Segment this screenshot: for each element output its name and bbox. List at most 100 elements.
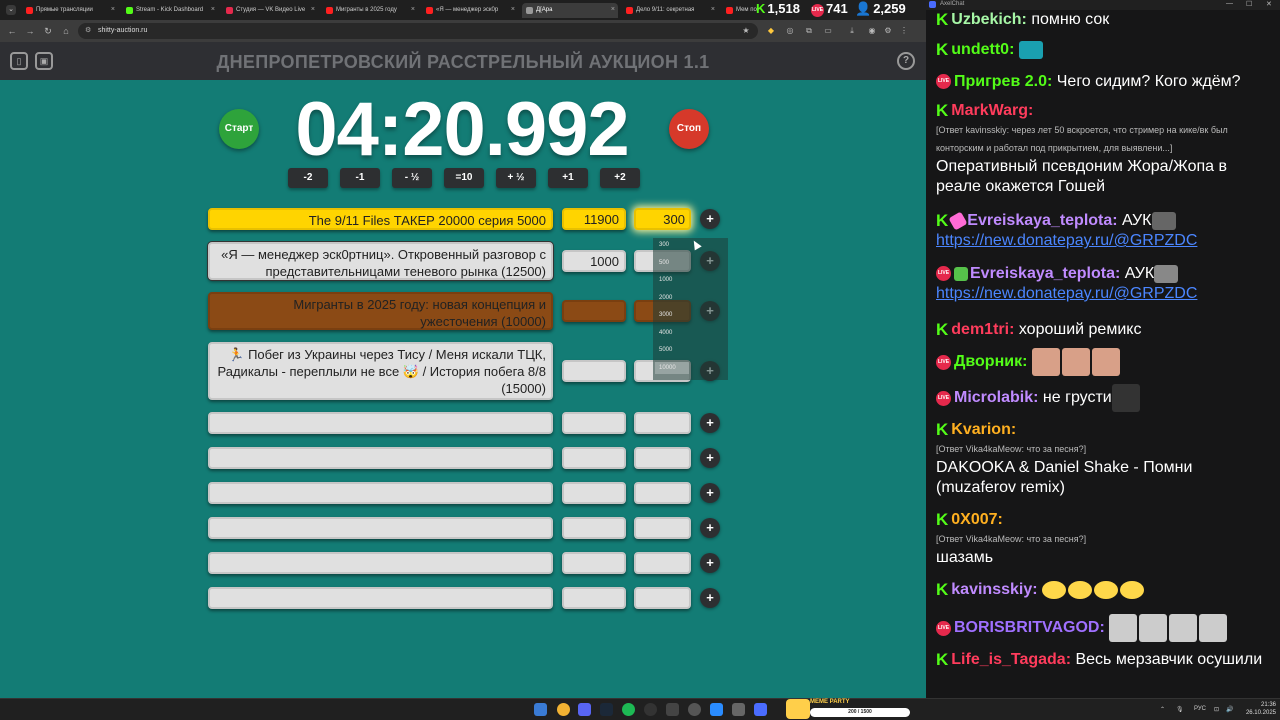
- browser-tab[interactable]: Stream - Kick Dashboard ×: [122, 3, 218, 18]
- chat-nickname[interactable]: BORISBRITVAGOD: [954, 619, 1099, 636]
- lot-name-field[interactable]: «Я — менеджер эск0ртниц». Откровенный ра…: [208, 242, 553, 280]
- chat-nickname[interactable]: Kvarion: [951, 421, 1011, 438]
- chat-nickname[interactable]: undett0: [951, 41, 1009, 58]
- discord-icon[interactable]: [578, 703, 591, 716]
- start-button[interactable]: Старт: [219, 109, 259, 149]
- lot-amount-field[interactable]: 11900: [562, 208, 626, 230]
- bookmark-star-icon[interactable]: ★: [740, 25, 752, 37]
- tab-close-icon[interactable]: ×: [611, 6, 615, 13]
- tray-expand-icon[interactable]: ⌃: [1160, 706, 1165, 713]
- browser-tab[interactable]: Прямые трансляции ×: [22, 3, 118, 18]
- lot-amount-field[interactable]: 1000: [562, 250, 626, 272]
- add-bid-button[interactable]: +: [700, 518, 720, 538]
- chat-nickname[interactable]: 0X007: [951, 511, 997, 528]
- mic-icon[interactable]: 🎙: [1176, 706, 1184, 713]
- lot-name-field[interactable]: [208, 587, 553, 609]
- chat-nickname[interactable]: Дворник: [954, 353, 1022, 370]
- chat-nickname[interactable]: Microlabik: [954, 389, 1033, 406]
- lot-name-field[interactable]: [208, 517, 553, 539]
- close-icon[interactable]: ✕: [1266, 0, 1272, 8]
- time-adjust-button[interactable]: -1: [340, 168, 380, 188]
- lot-amount-field[interactable]: [562, 552, 626, 574]
- chat-nickname[interactable]: Evreiskaya_teplota: [967, 212, 1112, 229]
- start-menu-icon[interactable]: [534, 703, 547, 716]
- more-menu-icon[interactable]: ⋮: [898, 25, 910, 37]
- lot-name-field[interactable]: [208, 482, 553, 504]
- chat-nickname[interactable]: Life_is_Tagada: [951, 651, 1065, 668]
- chat-nickname[interactable]: Uzbekich: [951, 11, 1021, 28]
- dropdown-option[interactable]: 10000: [655, 361, 689, 374]
- lot-add-amount-field[interactable]: [634, 587, 691, 609]
- forward-icon[interactable]: →: [24, 25, 36, 37]
- dropdown-option[interactable]: 2000: [659, 295, 672, 301]
- tab-close-icon[interactable]: ×: [211, 6, 215, 13]
- tab-close-icon[interactable]: ×: [311, 6, 315, 13]
- reload-icon[interactable]: ↻: [42, 25, 54, 37]
- add-bid-button[interactable]: +: [700, 588, 720, 608]
- add-amount-dropdown[interactable]: 300 500 1000 2000 3000 4000 5000 10000: [653, 238, 728, 380]
- add-bid-button[interactable]: +: [700, 209, 720, 229]
- browser-tab[interactable]: «Я — менеджер эск0р ×: [422, 3, 518, 18]
- settings-icon[interactable]: ⚙: [882, 25, 894, 37]
- chat-link[interactable]: https://new.donatepay.ru/@GRPZDC: [936, 231, 1276, 251]
- lang-indicator[interactable]: РУС: [1194, 706, 1206, 712]
- home-icon[interactable]: ⌂: [60, 25, 72, 37]
- lot-add-amount-field[interactable]: [634, 412, 691, 434]
- browser-tab[interactable]: Д[Ара ×: [522, 3, 618, 18]
- lot-add-amount-field[interactable]: [634, 482, 691, 504]
- time-adjust-button[interactable]: + ½: [496, 168, 536, 188]
- chat-nickname[interactable]: Пригрев 2.0: [954, 73, 1047, 90]
- chat-nickname[interactable]: dem1tri: [951, 321, 1009, 338]
- lot-name-field[interactable]: [208, 412, 553, 434]
- dropdown-option[interactable]: 4000: [659, 330, 672, 336]
- tab-close-icon[interactable]: ×: [711, 6, 715, 13]
- app-icon-2[interactable]: [688, 703, 701, 716]
- tab-groups-icon[interactable]: ▭: [822, 25, 834, 37]
- time-adjust-button[interactable]: -2: [288, 168, 328, 188]
- help-icon[interactable]: ?: [897, 52, 915, 70]
- add-bid-button[interactable]: +: [700, 448, 720, 468]
- tab-close-icon[interactable]: ×: [411, 6, 415, 13]
- telegram-icon[interactable]: [710, 703, 723, 716]
- dropdown-option[interactable]: 3000: [659, 312, 672, 318]
- site-info-icon[interactable]: ⚙: [85, 26, 91, 34]
- download-icon[interactable]: ⤓: [846, 25, 858, 37]
- chat-nickname[interactable]: kavinsskiy: [951, 581, 1032, 598]
- dropdown-option[interactable]: 500: [659, 260, 669, 266]
- app-icon-1[interactable]: [666, 703, 679, 716]
- chrome-icon[interactable]: [557, 703, 570, 716]
- lot-name-field[interactable]: [208, 447, 553, 469]
- lot-amount-field[interactable]: [562, 360, 626, 382]
- lot-amount-field[interactable]: [562, 412, 626, 434]
- lot-name-field[interactable]: The 9/11 Files ТАКЕР 20000 серия 5000: [208, 208, 553, 230]
- browser-tab[interactable]: Студия — VK Видео Live ×: [222, 3, 318, 18]
- browser-tab[interactable]: Дело 9/11: секретная ×: [622, 3, 718, 18]
- lot-name-field[interactable]: [208, 552, 553, 574]
- lot-amount-field[interactable]: [562, 300, 626, 322]
- lot-name-field[interactable]: 🏃 Побег из Украины через Тису / Меня иск…: [208, 342, 553, 400]
- chat-nickname[interactable]: MarkWarg: [951, 102, 1028, 119]
- axelchat-taskbar-icon[interactable]: [754, 703, 767, 716]
- url-field[interactable]: ⚙ shitty-auction.ru: [78, 23, 758, 39]
- extensions-puzzle-icon[interactable]: ⧉: [803, 25, 815, 37]
- obs-icon[interactable]: [644, 703, 657, 716]
- dropdown-option[interactable]: 5000: [659, 347, 672, 353]
- back-icon[interactable]: ←: [6, 25, 18, 37]
- lot-add-amount-field[interactable]: [634, 552, 691, 574]
- time-adjust-button[interactable]: +1: [548, 168, 588, 188]
- volume-icon[interactable]: 🔊: [1226, 706, 1233, 713]
- clock[interactable]: 21:36 26.10.2025: [1236, 701, 1276, 717]
- stop-button[interactable]: Стоп: [669, 109, 709, 149]
- extension-icon[interactable]: ◆: [765, 25, 777, 37]
- tab-search-icon[interactable]: ⌄: [6, 5, 16, 15]
- steam-icon[interactable]: [600, 703, 613, 716]
- chat-nickname[interactable]: Evreiskaya_teplota: [970, 265, 1115, 282]
- extension-icon-2[interactable]: ◎: [784, 25, 796, 37]
- lot-add-amount-field[interactable]: 300: [634, 208, 691, 230]
- time-adjust-button[interactable]: =10: [444, 168, 484, 188]
- browser-tab[interactable]: Мигранты в 2025 году ×: [322, 3, 418, 18]
- spotify-icon[interactable]: [622, 703, 635, 716]
- add-bid-button[interactable]: +: [700, 483, 720, 503]
- chat-link[interactable]: https://new.donatepay.ru/@GRPZDC: [936, 284, 1276, 304]
- lot-add-amount-field[interactable]: [634, 517, 691, 539]
